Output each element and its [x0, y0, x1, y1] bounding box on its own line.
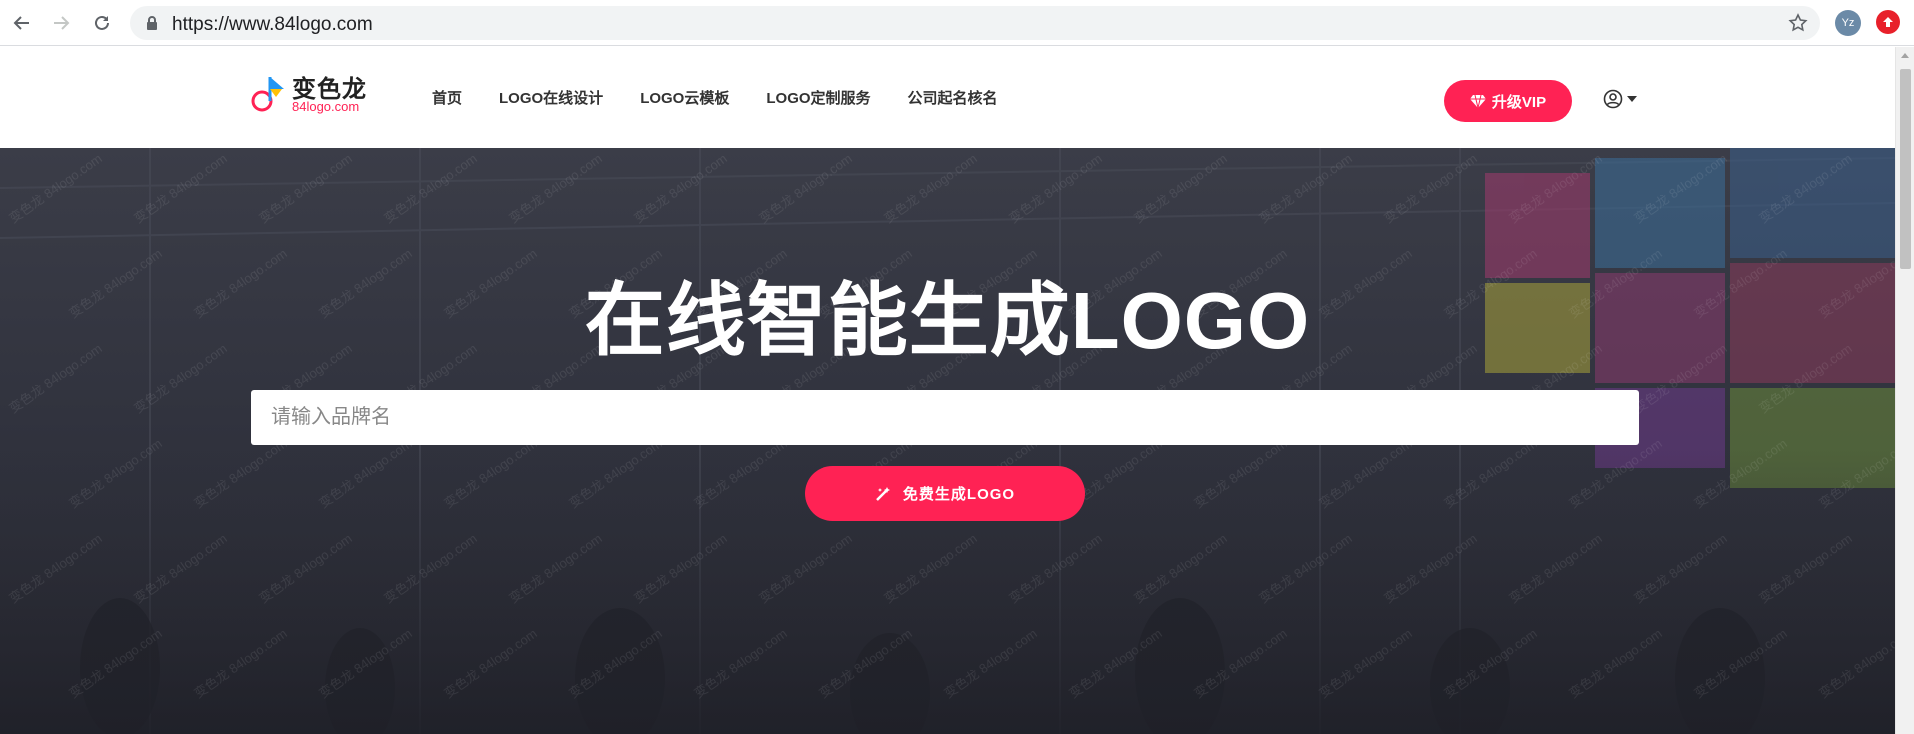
- site-logo[interactable]: 变色龙 84logo.com: [250, 69, 380, 117]
- browser-toolbar: https://www.84logo.com Yz: [0, 0, 1914, 46]
- scroll-up-arrow[interactable]: [1901, 53, 1909, 58]
- bookmark-star-icon[interactable]: [1788, 13, 1808, 33]
- hero-section: 变色龙 84logo.com 变色龙 84logo.com 变色龙 84logo.c…: [0, 148, 1895, 734]
- upgrade-vip-button[interactable]: 升级VIP: [1444, 80, 1572, 122]
- brand-name-input[interactable]: [251, 390, 1639, 445]
- reload-button[interactable]: [89, 10, 115, 36]
- generate-label: 免费生成LOGO: [902, 486, 1016, 503]
- extension-button[interactable]: [1876, 10, 1900, 34]
- nav-logo-online-design[interactable]: LOGO在线设计: [499, 87, 603, 108]
- address-bar[interactable]: https://www.84logo.com: [130, 6, 1820, 40]
- nav-home[interactable]: 首页: [432, 87, 462, 108]
- main-nav: 首页 LOGO在线设计 LOGO云模板 LOGO定制服务 公司起名核名: [432, 87, 998, 108]
- hero-title: 在线智能生成LOGO: [584, 276, 1311, 365]
- user-circle-icon: [1603, 89, 1623, 109]
- reload-icon: [95, 15, 109, 30]
- arrow-right-icon: [54, 16, 70, 30]
- diamond-icon: [1469, 94, 1486, 108]
- page-viewport: 变色龙 84logo.com 首页 LOGO在线设计 LOGO云模板 LOGO定…: [0, 47, 1895, 734]
- nav-logo-cloud-templates[interactable]: LOGO云模板: [640, 87, 729, 108]
- caret-down-icon: [1627, 96, 1637, 102]
- scrollbar-thumb[interactable]: [1900, 69, 1911, 269]
- nav-logo-custom-service[interactable]: LOGO定制服务: [766, 87, 870, 108]
- magic-wand-icon: [876, 486, 890, 501]
- user-menu[interactable]: [1603, 89, 1637, 109]
- profile-avatar[interactable]: Yz: [1835, 10, 1861, 36]
- free-generate-logo-button[interactable]: 免费生成LOGO: [805, 466, 1085, 521]
- url-text: https://www.84logo.com: [172, 14, 373, 35]
- forward-button[interactable]: [48, 10, 74, 36]
- lock-icon: [147, 16, 157, 30]
- vip-label: 升级VIP: [1491, 93, 1547, 111]
- nav-company-naming[interactable]: 公司起名核名: [908, 87, 998, 108]
- site-header: 变色龙 84logo.com 首页 LOGO在线设计 LOGO云模板 LOGO定…: [0, 47, 1895, 148]
- chameleon-logo-icon: [251, 77, 284, 112]
- logo-domain: 84logo.com: [292, 99, 360, 114]
- arrow-left-icon: [13, 16, 29, 30]
- page-scrollbar[interactable]: [1895, 47, 1914, 734]
- back-button[interactable]: [9, 10, 35, 36]
- upload-arrow-icon: [1883, 17, 1893, 27]
